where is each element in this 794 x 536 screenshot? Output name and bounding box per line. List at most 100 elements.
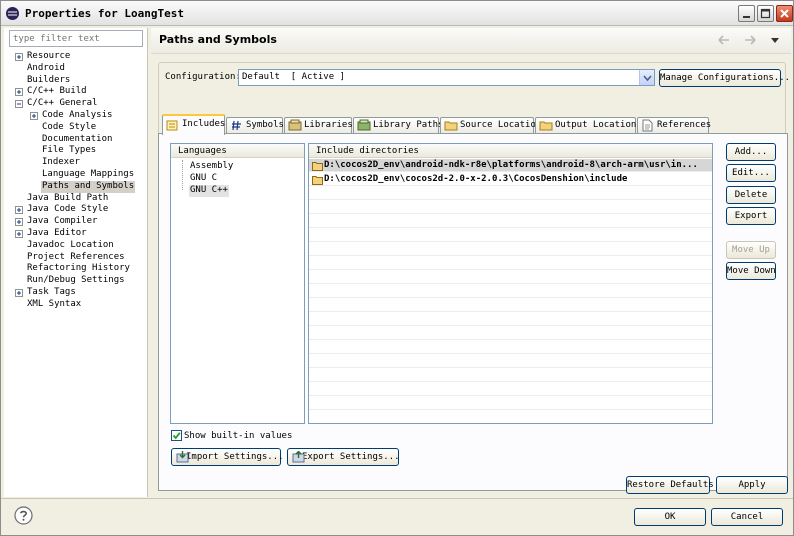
show-builtin-checkbox[interactable] bbox=[171, 430, 182, 441]
tree-item-java-build-path[interactable]: Java Build Path bbox=[4, 193, 148, 205]
expand-plus-icon[interactable] bbox=[15, 88, 23, 97]
export-settings-button[interactable]: Export Settings... bbox=[287, 448, 400, 466]
include-dir-path: D:\cocos2D_env\cocos2d-2.0-x-2.0.3\Cocos… bbox=[324, 174, 628, 184]
export-button[interactable]: Export bbox=[726, 207, 776, 225]
empty-row bbox=[309, 243, 712, 257]
language-item-gnu-c[interactable]: GNU C bbox=[190, 173, 217, 185]
tree-item-code-style[interactable]: Code Style bbox=[4, 122, 148, 134]
tree-item-label: Language Mappings bbox=[42, 168, 135, 179]
move-up-button[interactable]: Move Up bbox=[726, 241, 776, 259]
tree-item-java-editor[interactable]: Java Editor bbox=[4, 228, 148, 240]
add-button[interactable]: Add... bbox=[726, 143, 776, 161]
expand-plus-icon[interactable] bbox=[30, 111, 38, 120]
tree-item-label: Run/Debug Settings bbox=[27, 275, 125, 286]
empty-row bbox=[309, 201, 712, 215]
tab-label: Symbols bbox=[246, 120, 284, 130]
tab-symbols[interactable]: Symbols bbox=[226, 117, 284, 133]
delete-button[interactable]: Delete bbox=[726, 186, 776, 204]
configuration-select[interactable]: Default [ Active ] bbox=[238, 69, 655, 86]
tree-item-resource[interactable]: Resource bbox=[4, 51, 148, 63]
back-button[interactable] bbox=[715, 32, 733, 48]
tree-item-code-analysis[interactable]: Code Analysis bbox=[4, 110, 148, 122]
tab-label: Libraries bbox=[304, 120, 353, 130]
ok-button[interactable]: OK bbox=[634, 508, 706, 526]
tab-library-paths[interactable]: Library Paths bbox=[353, 117, 443, 133]
help-icon[interactable] bbox=[14, 506, 33, 525]
tree-item-documentation[interactable]: Documentation bbox=[4, 134, 148, 146]
tree-item-cpp-general[interactable]: C/C++ General bbox=[4, 98, 148, 110]
tab-label: References bbox=[657, 120, 712, 130]
include-dir-row[interactable]: D:\cocos2D_env\android-ndk-r8e\platforms… bbox=[309, 159, 712, 173]
empty-row bbox=[309, 355, 712, 369]
dropdown-arrow[interactable] bbox=[639, 70, 654, 85]
maximize-icon bbox=[760, 8, 771, 19]
tree-item-refactoring-history[interactable]: Refactoring History bbox=[4, 263, 148, 275]
tree-item-run-debug-settings[interactable]: Run/Debug Settings bbox=[4, 275, 148, 287]
tab-includes[interactable]: Includes bbox=[162, 114, 225, 135]
tree-item-label: Java Build Path bbox=[27, 192, 109, 203]
main-content: Paths and Symbols Configuration: Default… bbox=[151, 28, 791, 497]
tree-item-label: Indexer bbox=[42, 157, 80, 168]
tree-item-label: Code Analysis bbox=[42, 109, 113, 120]
manage-configurations-button[interactable]: Manage Configurations... bbox=[659, 69, 790, 87]
language-item-assembly[interactable]: Assembly bbox=[190, 161, 233, 173]
close-icon bbox=[780, 9, 789, 18]
filter-input[interactable] bbox=[9, 30, 143, 47]
languages-list[interactable]: Languages Assembly GNU C GNU C++ bbox=[170, 143, 305, 424]
tab-source-location[interactable]: Source Location bbox=[440, 117, 541, 133]
include-dir-row[interactable]: D:\cocos2D_env\cocos2d-2.0-x-2.0.3\Cocos… bbox=[309, 173, 712, 187]
move-down-button[interactable]: Move Down bbox=[726, 262, 776, 280]
configuration-value: Default [ Active ] bbox=[242, 72, 345, 82]
collapse-minus-icon[interactable] bbox=[15, 100, 23, 109]
view-menu-button[interactable] bbox=[768, 32, 782, 48]
tree-item-task-tags[interactable]: Task Tags bbox=[4, 287, 148, 299]
expand-plus-icon[interactable] bbox=[15, 206, 23, 215]
language-item-gnu-cpp[interactable]: GNU C++ bbox=[189, 185, 229, 197]
tree-item-java-compiler[interactable]: Java Compiler bbox=[4, 216, 148, 228]
tree-item-label: Refactoring History bbox=[27, 263, 130, 274]
close-button[interactable] bbox=[776, 5, 793, 22]
tree-item-indexer[interactable]: Indexer bbox=[4, 157, 148, 169]
tree-item-language-mappings[interactable]: Language Mappings bbox=[4, 169, 148, 181]
tree-item-xml-syntax[interactable]: XML Syntax bbox=[4, 299, 148, 311]
tab-label: Output Location bbox=[555, 120, 637, 130]
maximize-button[interactable] bbox=[757, 5, 774, 22]
empty-row bbox=[309, 397, 712, 411]
tree-item-label: Java Compiler bbox=[27, 216, 98, 227]
tab-references[interactable]: References bbox=[637, 117, 712, 133]
tree-item-java-code-style[interactable]: Java Code Style bbox=[4, 204, 148, 216]
apply-button[interactable]: Apply bbox=[716, 476, 788, 494]
tree-item-label: Android bbox=[27, 62, 65, 73]
tree-item-javadoc-location[interactable]: Javadoc Location bbox=[4, 240, 148, 252]
tab-label: Source Location bbox=[460, 120, 542, 130]
tree-item-android[interactable]: Android bbox=[4, 63, 148, 75]
folder-icon bbox=[539, 121, 553, 131]
export-settings-label: Export Settings... bbox=[302, 452, 400, 462]
restore-defaults-button[interactable]: Restore Defaults bbox=[626, 476, 714, 494]
expand-plus-icon[interactable] bbox=[15, 218, 23, 227]
expand-plus-icon[interactable] bbox=[15, 53, 23, 61]
expand-plus-icon[interactable] bbox=[15, 229, 23, 238]
tree-item-builders[interactable]: Builders bbox=[4, 75, 148, 87]
tree-item-label: Resource bbox=[27, 51, 71, 61]
edit-button[interactable]: Edit... bbox=[726, 164, 776, 182]
tree-item-paths-and-symbols[interactable]: Paths and Symbols bbox=[4, 180, 148, 193]
minimize-button[interactable] bbox=[738, 5, 755, 22]
forward-button[interactable] bbox=[741, 32, 759, 48]
tree-item-cpp-build[interactable]: C/C++ Build bbox=[4, 86, 148, 98]
tree-item-project-references[interactable]: Project References bbox=[4, 252, 148, 264]
tree-item-label: File Types bbox=[42, 145, 97, 156]
import-settings-button[interactable]: Import Settings... bbox=[171, 448, 284, 466]
tree-item-label: Builders bbox=[27, 74, 71, 85]
import-settings-label: Import Settings... bbox=[186, 452, 284, 462]
cancel-button[interactable]: Cancel bbox=[711, 508, 783, 526]
include-directories-list[interactable]: Include directories D:\cocos2D_env\andro… bbox=[308, 143, 713, 424]
expand-plus-icon[interactable] bbox=[15, 288, 23, 297]
back-arrow-icon bbox=[718, 35, 729, 45]
tab-output-location[interactable]: Output Location bbox=[535, 117, 636, 133]
include-folder-icon bbox=[312, 162, 323, 171]
hash-icon bbox=[232, 120, 241, 131]
library-icon bbox=[288, 119, 302, 131]
tab-libraries[interactable]: Libraries bbox=[284, 117, 353, 133]
tree-item-file-types[interactable]: File Types bbox=[4, 145, 148, 157]
